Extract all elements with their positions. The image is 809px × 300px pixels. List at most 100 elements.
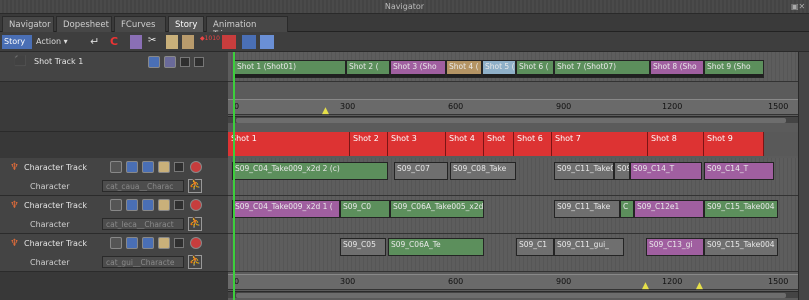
top-scrollbar[interactable] [228,116,798,123]
animation-clip[interactable]: S09_C07 [394,162,448,180]
track-properties-icon[interactable] [126,237,138,249]
character-track-2-header[interactable]: ♆ Character Track Character cat_leca__Ch… [0,196,228,234]
character-select[interactable]: cat_gui__Characte [102,256,184,268]
track-visibility-icon[interactable] [142,161,154,173]
shot-segment[interactable]: Shot 6 [514,132,552,156]
shot-segment[interactable]: Shot 9 [704,132,764,156]
shot-track-lock-icon[interactable] [164,56,176,68]
marker-icon: ▲ [696,281,703,291]
shot-segment[interactable]: Shot 1 [228,132,350,156]
ruler-tick: 1200 [662,277,683,286]
shot-segment[interactable]: Shot 8 [648,132,704,156]
animation-clip[interactable]: C [620,200,634,218]
shot-track-header[interactable]: ⬛ Shot Track 1 [0,52,228,82]
time-ruler[interactable]: 0 300 600 900 1200 1500 ▲ [228,99,798,116]
track-lock-icon[interactable] [158,199,170,211]
shot-clip[interactable]: Shot 7 (Shot07) [554,60,650,78]
story-mode-button[interactable]: Story [2,35,32,49]
animation-clip[interactable]: S09_C04_Take009_x2d 2 (c) [232,162,388,180]
track-toggle[interactable] [174,200,184,210]
bottom-time-ruler[interactable]: 0 300 600 900 1200 1500 ▲ ▲ [228,274,798,291]
tab-story[interactable]: Story [168,16,204,32]
shot-track-mute[interactable] [194,57,204,67]
track-lock-icon[interactable] [158,161,170,173]
animation-clip[interactable]: S09_C13_gi [646,238,704,256]
paste-icon[interactable] [182,35,194,49]
shot-segment[interactable]: Shot 2 [350,132,388,156]
edit-icon[interactable] [130,35,142,49]
copy-icon[interactable] [166,35,178,49]
animation-clip[interactable]: S09 [614,162,630,180]
character-pose-icon[interactable]: ⛹ [188,217,202,231]
render-icon[interactable] [222,35,236,49]
return-icon[interactable]: ↵ [90,35,106,49]
story-timeline[interactable]: Shot 1 (Shot01) Shot 2 ( Shot 3 (Sho Sho… [228,52,798,300]
character-track-3-header[interactable]: ♆ Character Track Character cat_gui__Cha… [0,234,228,272]
track-mute-icon[interactable] [190,199,202,211]
animation-clip[interactable]: S09_C11_gui_ [554,238,624,256]
animation-clip[interactable]: S09_C14_T [704,162,774,180]
track-properties-icon[interactable] [126,199,138,211]
record-icon[interactable]: C [110,35,124,49]
shot-segment[interactable]: Shot 7 [552,132,648,156]
vertical-scrollbar[interactable] [798,52,809,300]
animation-clip[interactable]: S09_C0 [340,200,390,218]
track-properties-icon[interactable] [126,161,138,173]
tab-navigator[interactable]: Navigator [2,16,54,32]
animation-clip[interactable]: S09_C06A_Take005_x2d 3 [390,200,484,218]
animation-clip[interactable]: S09_C04_Take009_x2d 1 ( [232,200,340,218]
shot-track-view-icon[interactable] [148,56,160,68]
character-select[interactable]: cat_caua__Charac [102,180,184,192]
animation-clip[interactable]: S09_C11_Take [554,200,620,218]
shot-segment[interactable]: Shot [484,132,514,156]
animation-clip[interactable]: S09_C1 [516,238,554,256]
shot-segment[interactable]: Shot 4 [446,132,484,156]
shot-clip[interactable]: Shot 3 (Sho [390,60,446,78]
animation-clip[interactable]: S09_C15_Take004 [704,200,778,218]
character-icon: ♆ [10,238,19,249]
camera-icon[interactable] [242,35,256,49]
tab-fcurves[interactable]: FCurves [114,16,166,32]
window-menu-icon[interactable]: ▣✕ [791,2,805,12]
tab-animation-trigger[interactable]: Animation Trigger [206,16,288,40]
animation-clip[interactable]: S09_C05 [340,238,386,256]
shot-clip-label: Shot 1 (Shot01) [237,62,297,71]
character-lane-1: S09_C04_Take009_x2d 2 (c) S09_C07 S09_C0… [228,158,798,196]
character-pose-icon[interactable]: ⛹ [188,255,202,269]
animation-clip[interactable]: S09_C08_Take [450,162,516,180]
track-toggle[interactable] [174,238,184,248]
shot-clip[interactable]: Shot 4 ( [446,60,482,78]
track-solo-icon[interactable] [110,161,122,173]
shot-clip[interactable]: Shot 5 ( [482,60,516,78]
bottom-scrollbar[interactable] [228,291,798,298]
shot-clip[interactable]: Shot 8 (Sho [650,60,704,78]
tab-dopesheet[interactable]: Dopesheet [56,16,112,32]
track-mute-icon[interactable] [190,161,202,173]
monitor-icon[interactable] [260,35,274,49]
shot-clip[interactable]: Shot 2 ( [346,60,390,78]
character-select[interactable]: cat_leca__Charact [102,218,184,230]
animation-clip[interactable]: S09_C15_Take004 [704,238,778,256]
track-solo-icon[interactable] [110,199,122,211]
track-toggle[interactable] [174,162,184,172]
animation-clip[interactable]: S09_C06A_Te [388,238,484,256]
character-pose-icon[interactable]: ⛹ [188,179,202,193]
animation-clip[interactable]: S09_C11_Take0 [554,162,614,180]
shot-segment[interactable]: Shot 3 [388,132,446,156]
shot-track-toggle[interactable] [180,57,190,67]
track-visibility-icon[interactable] [142,237,154,249]
track-solo-icon[interactable] [110,237,122,249]
shot-clip[interactable]: Shot 1 (Shot01) [234,60,346,78]
shot-clip[interactable]: Shot 9 (Sho [704,60,764,78]
frame-icon[interactable]: ◆1010 [200,35,220,49]
track-lock-icon[interactable] [158,237,170,249]
animation-clip[interactable]: S09_C12e1 [634,200,704,218]
playhead[interactable] [233,52,235,300]
shot-clip[interactable]: Shot 6 ( [516,60,554,78]
animation-clip[interactable]: S09_C14_T [630,162,702,180]
track-mute-icon[interactable] [190,237,202,249]
action-mode-dropdown[interactable]: Action ▾ [34,35,78,49]
blade-icon[interactable]: ✂ [148,35,160,49]
track-visibility-icon[interactable] [142,199,154,211]
character-track-1-header[interactable]: ♆ Character Track Character cat_caua__Ch… [0,158,228,196]
